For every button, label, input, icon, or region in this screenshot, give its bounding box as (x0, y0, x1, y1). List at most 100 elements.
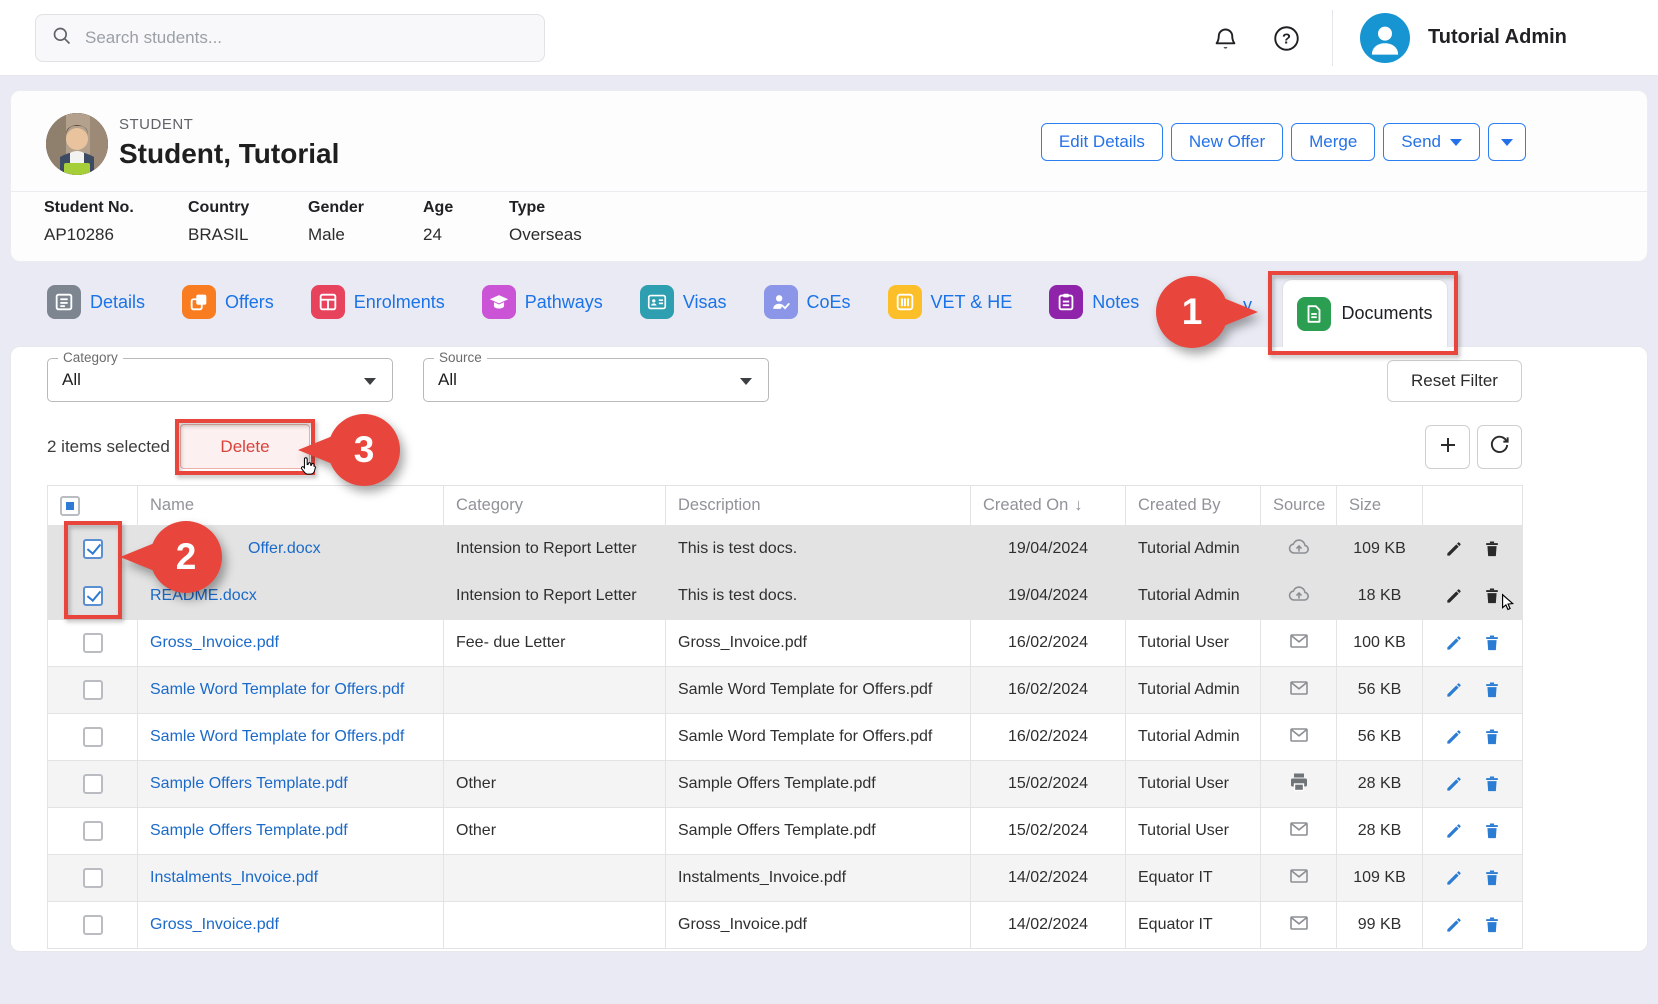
source-filter-select[interactable]: Source All (423, 358, 769, 402)
tab-details[interactable]: Details (47, 285, 145, 319)
document-name-link[interactable]: Instalments_Invoice.pdf (150, 869, 318, 886)
edit-document-button[interactable] (1441, 771, 1467, 797)
edit-document-button[interactable] (1441, 865, 1467, 891)
mail-icon (1287, 687, 1311, 704)
document-created-by: Tutorial Admin (1126, 573, 1261, 620)
details-icon (47, 285, 81, 319)
tab-pathways[interactable]: Pathways (482, 285, 603, 319)
column-header-created_by[interactable]: Created By (1126, 486, 1261, 526)
refresh-button[interactable] (1477, 425, 1522, 469)
merge-button[interactable]: Merge (1291, 123, 1375, 161)
column-header-size[interactable]: Size (1337, 486, 1423, 526)
edit-document-button[interactable] (1441, 724, 1467, 750)
row-checkbox[interactable] (83, 821, 103, 841)
document-created-on: 19/04/2024 (971, 526, 1126, 573)
tab-notes[interactable]: Notes (1049, 285, 1139, 319)
edit-document-button[interactable] (1441, 630, 1467, 656)
document-source-cell (1261, 620, 1337, 667)
document-source-cell (1261, 573, 1337, 620)
row-checkbox[interactable] (83, 774, 103, 794)
row-checkbox[interactable] (83, 680, 103, 700)
edit-document-button[interactable] (1441, 912, 1467, 938)
student-search[interactable] (35, 14, 545, 62)
document-source-cell (1261, 902, 1337, 949)
edit-document-button[interactable] (1441, 818, 1467, 844)
column-header-created_on[interactable]: Created On ↓ (971, 486, 1126, 526)
category-filter-select[interactable]: Category All (47, 358, 393, 402)
column-label: Created By (1138, 496, 1221, 514)
document-name-link[interactable]: Samle Word Template for Offers.pdf (150, 728, 404, 745)
document-size: 28 KB (1337, 808, 1423, 855)
document-name-link[interactable]: Gross_Invoice.pdf (150, 916, 279, 933)
delete-document-button[interactable] (1479, 724, 1505, 750)
new-offer-button[interactable]: New Offer (1171, 123, 1283, 161)
column-header-category[interactable]: Category (444, 486, 666, 526)
document-name-cell: Samle Word Template for Offers.pdf (138, 667, 444, 714)
category-filter-value: All (62, 370, 81, 390)
edit-document-button[interactable] (1441, 583, 1467, 609)
column-label: Size (1349, 496, 1381, 514)
tab-label: Offers (225, 292, 274, 313)
document-name-link[interactable]: Sample Offers Template.pdf (150, 822, 348, 839)
tab-offers[interactable]: Offers (182, 285, 274, 319)
delete-document-button[interactable] (1479, 630, 1505, 656)
tab-label: CoEs (807, 292, 851, 313)
delete-document-button[interactable] (1479, 771, 1505, 797)
document-name-link[interactable]: README.docx (150, 587, 257, 604)
document-name-link[interactable]: Offer.docx (248, 540, 321, 557)
delete-document-button[interactable] (1479, 818, 1505, 844)
tab-coes[interactable]: CoEs (764, 285, 851, 319)
delete-document-button[interactable] (1479, 912, 1505, 938)
delete-document-button[interactable] (1479, 677, 1505, 703)
row-actions-cell (1423, 526, 1523, 573)
row-checkbox[interactable] (83, 915, 103, 935)
edit-details-button[interactable]: Edit Details (1041, 123, 1163, 161)
row-select-cell (48, 667, 138, 714)
info-age: Age24 (423, 199, 453, 245)
tab-visas[interactable]: Visas (640, 285, 727, 319)
reset-filter-button[interactable]: Reset Filter (1387, 360, 1522, 402)
column-header-source[interactable]: Source (1261, 486, 1337, 526)
document-created-on: 14/02/2024 (971, 902, 1126, 949)
selection-count: 2 items selected (47, 437, 170, 457)
tab-label: VET & HE (931, 292, 1013, 313)
row-checkbox[interactable] (83, 633, 103, 653)
add-document-button[interactable] (1425, 425, 1470, 469)
column-label: Name (150, 496, 194, 514)
visas-icon (640, 285, 674, 319)
delete-document-button[interactable] (1479, 536, 1505, 562)
notifications-bell-icon[interactable] (1209, 22, 1241, 54)
delete-document-button[interactable] (1479, 865, 1505, 891)
tab-vet-he[interactable]: VET & HE (888, 285, 1013, 319)
column-label: Created On (983, 496, 1068, 514)
row-checkbox[interactable] (83, 868, 103, 888)
send-button[interactable]: Send (1383, 123, 1480, 161)
edit-document-button[interactable] (1441, 536, 1467, 562)
select-all-checkbox[interactable] (60, 496, 80, 516)
document-description: Gross_Invoice.pdf (666, 902, 971, 949)
document-name-link[interactable]: Sample Offers Template.pdf (150, 775, 348, 792)
row-actions-cell (1423, 855, 1523, 902)
more-actions-button[interactable] (1488, 123, 1526, 161)
search-input[interactable] (85, 28, 505, 48)
upload-icon (1287, 593, 1311, 610)
student-type-label: STUDENT (119, 116, 193, 133)
document-created-on: 14/02/2024 (971, 855, 1126, 902)
user-name: Tutorial Admin (1428, 26, 1567, 49)
tab-enrolments[interactable]: Enrolments (311, 285, 445, 319)
edit-document-button[interactable] (1441, 677, 1467, 703)
mail-icon (1287, 640, 1311, 657)
annotation-step-2: 2 (150, 521, 222, 593)
column-header-description[interactable]: Description (666, 486, 971, 526)
pathways-icon (482, 285, 516, 319)
document-name-link[interactable]: Gross_Invoice.pdf (150, 634, 279, 651)
row-checkbox[interactable] (83, 727, 103, 747)
user-avatar[interactable] (1360, 13, 1410, 63)
document-size: 100 KB (1337, 620, 1423, 667)
sort-desc-icon[interactable]: ↓ (1074, 496, 1082, 514)
column-header-name[interactable]: Name (138, 486, 444, 526)
document-name-link[interactable]: Samle Word Template for Offers.pdf (150, 681, 404, 698)
document-created-on: 16/02/2024 (971, 714, 1126, 761)
annotation-rect-delete (175, 419, 315, 475)
help-icon[interactable]: ? (1270, 22, 1302, 54)
